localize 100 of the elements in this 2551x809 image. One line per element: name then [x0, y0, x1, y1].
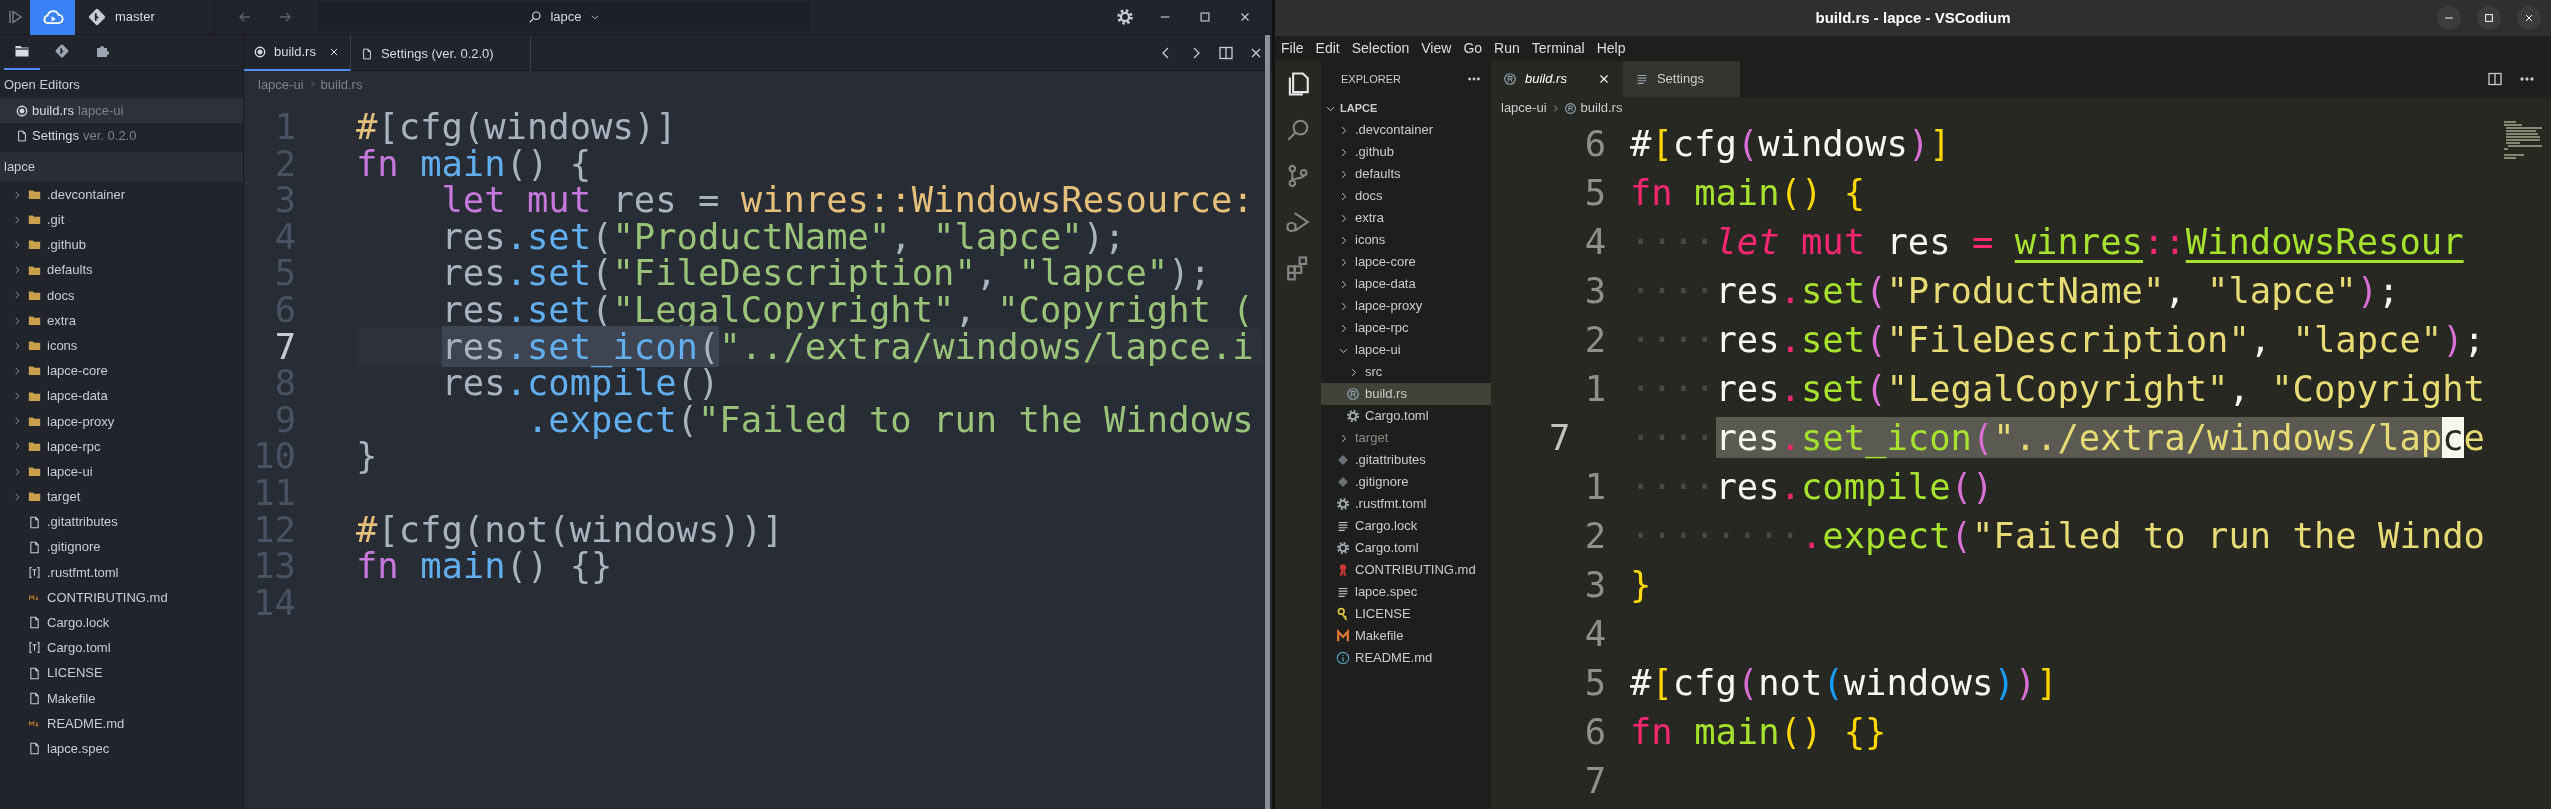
editor-tab[interactable]: Settings — [1622, 61, 1740, 97]
file-tree-item[interactable]: docs — [1321, 185, 1491, 207]
breadcrumb-item[interactable]: lapce-ui — [258, 74, 304, 95]
explorer-icon — [14, 43, 30, 59]
chevron-icon — [12, 214, 22, 225]
file-tree-item[interactable]: lapce-data — [0, 383, 243, 409]
code-line: let mut res = winres::WindowsResource: — [440, 182, 1255, 219]
folder-tree-header[interactable]: LAPCE — [1321, 97, 1491, 119]
menu-item[interactable]: View — [1415, 38, 1458, 59]
code-line: #[cfg(windows)] — [1630, 122, 1952, 166]
file-tree-item[interactable]: Cargo.lock — [1321, 515, 1491, 537]
file-tree-item[interactable]: .github — [0, 232, 243, 258]
workspace-search-field[interactable]: lapce — [319, 3, 809, 31]
lines-icon — [1336, 519, 1350, 533]
menu-item[interactable]: Help — [1590, 38, 1632, 59]
file-tree-item[interactable]: lapce-core — [1321, 251, 1491, 273]
split-editor-icon[interactable] — [2487, 71, 2503, 87]
file-tree-item[interactable]: LICENSE — [1321, 603, 1491, 625]
file-tree-item[interactable]: Cargo.toml — [1321, 405, 1491, 427]
file-tree-item[interactable]: defaults — [1321, 163, 1491, 185]
file-tree-item[interactable]: icons — [0, 333, 243, 359]
menu-item[interactable]: Edit — [1309, 38, 1346, 59]
file-tree-item[interactable]: Cargo.toml — [0, 635, 243, 661]
menu-item[interactable]: Selection — [1345, 38, 1416, 59]
chevron-icon — [12, 441, 22, 452]
minimize-button[interactable] — [2437, 6, 2461, 30]
chevron-icon — [12, 315, 22, 326]
folder-icon — [28, 439, 41, 453]
scrollbar-thumb[interactable] — [1265, 35, 1270, 809]
run-debug-icon[interactable] — [1285, 209, 1311, 235]
file-tree-item[interactable]: CONTRIBUTING.md — [0, 585, 243, 611]
breadcrumb-item[interactable]: build.rs — [320, 74, 363, 95]
file-tree-item[interactable]: .rustfmt.toml — [0, 559, 243, 585]
file-tree-item[interactable]: target — [0, 484, 243, 510]
file-tree-item[interactable]: lapce.spec — [1321, 581, 1491, 603]
file-tree-item[interactable]: defaults — [0, 257, 243, 283]
menu-item[interactable]: Terminal — [1525, 38, 1591, 59]
settings-icon[interactable] — [1116, 8, 1134, 26]
file-tree-item[interactable]: README.md — [0, 710, 243, 737]
maximize-icon[interactable] — [1198, 10, 1212, 24]
maximize-button[interactable] — [2477, 6, 2501, 30]
file-tree-item[interactable]: build.rs — [1321, 383, 1491, 405]
file-tree-item[interactable]: lapce-ui — [0, 459, 243, 485]
file-tree-item[interactable]: lapce-rpc — [0, 433, 243, 460]
editor-tab[interactable]: build.rs — [244, 35, 351, 71]
remote-button[interactable] — [30, 0, 75, 35]
file-tree-item[interactable]: lapce-proxy — [1321, 295, 1491, 317]
file-tree-item[interactable]: .gitignore — [1321, 471, 1491, 493]
split-editor-icon[interactable] — [1218, 44, 1234, 61]
open-editor-item[interactable]: build.rs lapce-ui — [0, 98, 243, 123]
file-tree-item[interactable]: lapce-rpc — [1321, 317, 1491, 339]
file-tree-item[interactable]: .devcontainer — [1321, 119, 1491, 141]
close-button[interactable] — [2517, 6, 2541, 30]
breadcrumb-item[interactable]: build.rs — [1580, 98, 1623, 118]
file-tree-item[interactable]: target — [1321, 427, 1491, 449]
branch-button[interactable]: master — [75, 0, 215, 35]
open-editor-item[interactable]: Settings ver. 0.2.0 — [0, 123, 243, 148]
menu-item[interactable]: Go — [1457, 38, 1489, 59]
file-tree-item[interactable]: icons — [1321, 229, 1491, 251]
breadcrumb-item[interactable]: lapce-ui — [1501, 98, 1547, 118]
file-tree-item[interactable]: lapce-proxy — [0, 408, 243, 434]
search-icon — [528, 10, 543, 24]
run-icon[interactable] — [7, 9, 23, 25]
file-icon — [28, 616, 41, 630]
file-tree-item[interactable]: lapce-ui — [1321, 339, 1491, 361]
file-tree-item[interactable]: lapce-core — [0, 358, 243, 384]
file-tree-item[interactable]: .rustfmt.toml — [1321, 493, 1491, 515]
file-tree-item[interactable]: CONTRIBUTING.md — [1321, 559, 1491, 581]
code-line: fn main() { — [1630, 171, 1867, 215]
editor-tab[interactable]: build.rs — [1491, 61, 1623, 97]
file-tree-item[interactable]: docs — [0, 282, 243, 308]
file-tree-item[interactable]: .git — [0, 207, 243, 233]
folder-icon — [28, 213, 41, 227]
menu-item[interactable]: Run — [1488, 38, 1526, 59]
file-tree-item[interactable]: .gitignore — [0, 534, 243, 560]
file-tree-item[interactable]: README.md — [1321, 647, 1491, 669]
file-tree-item[interactable]: .github — [1321, 141, 1491, 163]
file-tree-item[interactable]: extra — [1321, 207, 1491, 229]
file-icon — [360, 48, 373, 60]
file-tree-item[interactable]: Makefile — [1321, 625, 1491, 647]
editor-tab[interactable]: Settings (ver. 0.2.0) — [350, 35, 531, 71]
file-tree-item[interactable]: lapce-data — [1321, 273, 1491, 295]
code-line: .expect("Failed to run the Windows — [526, 401, 1255, 439]
file-tree-item[interactable]: src — [1321, 361, 1491, 383]
gear-icon — [1346, 409, 1360, 423]
menu-item[interactable]: File — [1275, 38, 1310, 59]
file-tree-item[interactable]: Cargo.toml — [1321, 537, 1491, 559]
item-detail: lapce-ui — [77, 101, 124, 120]
file-tree-item[interactable]: LICENSE — [0, 660, 243, 686]
file-tree-item[interactable]: .gitattributes — [1321, 449, 1491, 471]
section-header: Open Editors — [3, 75, 81, 94]
file-tree-item[interactable]: .gitattributes — [0, 509, 243, 535]
file-tree-item[interactable]: extra — [0, 307, 243, 334]
code-line: } — [356, 438, 379, 475]
search-icon[interactable] — [1285, 117, 1311, 143]
code-line: #[cfg(not(windows))] — [356, 511, 785, 549]
file-tree-item[interactable]: Cargo.lock — [0, 610, 243, 636]
file-tree-item[interactable]: .devcontainer — [0, 182, 243, 208]
file-tree-item[interactable]: lapce.spec — [0, 736, 243, 762]
file-tree-item[interactable]: Makefile — [0, 685, 243, 711]
